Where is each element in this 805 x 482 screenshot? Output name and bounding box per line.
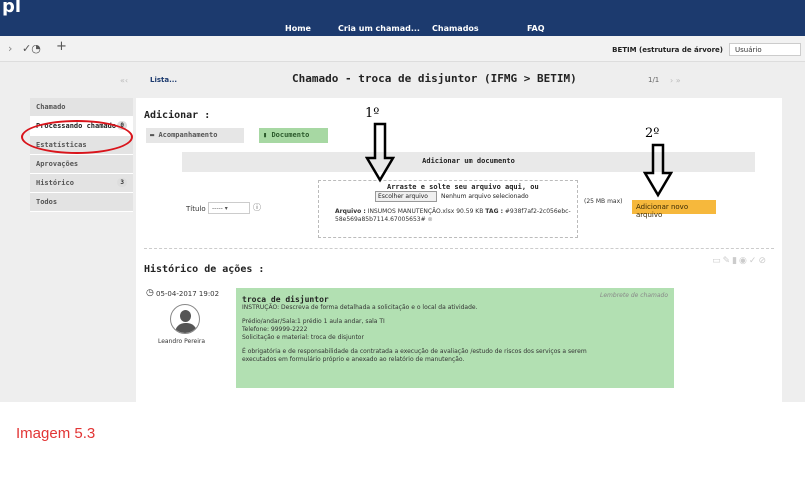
button-label: Acompanhamento bbox=[158, 131, 218, 139]
choose-file-button[interactable]: Escolher arquivo bbox=[375, 191, 437, 202]
entry-line: Prédio/andar/Sala:1 prédio 1 aula andar,… bbox=[242, 318, 385, 325]
tag-label: TAG : bbox=[485, 208, 503, 215]
acompanhamento-button[interactable]: ▬ Acompanhamento bbox=[146, 128, 244, 143]
app-logo[interactable]: pl bbox=[2, 0, 21, 17]
history-filter-icons[interactable]: ▭✎▮◉✓⊘ bbox=[712, 256, 768, 266]
entry-line: INSTRUÇÃO: Descreva de forma detalhada a… bbox=[242, 304, 478, 311]
entry-line: Telefone: 99999-2222 bbox=[242, 326, 308, 333]
info-icon[interactable]: ⓘ bbox=[253, 202, 261, 213]
add-section-title: Adicionar : bbox=[144, 110, 211, 121]
sidebar-item-label: Todos bbox=[36, 198, 58, 206]
entry-line: executados em formulário próprio e anexa… bbox=[242, 356, 465, 363]
check-clock-icon[interactable]: ✓◔ bbox=[22, 42, 41, 55]
arquivo-label: Arquivo : bbox=[335, 208, 366, 215]
sidebar-item-aprovacoes[interactable]: Aprovações bbox=[30, 155, 133, 174]
nav-home[interactable]: Home bbox=[285, 24, 311, 36]
titulo-select[interactable]: ----- ▾ bbox=[208, 202, 250, 214]
ticket-sidebar: Chamado Processando chamado 0 Estatística… bbox=[30, 98, 133, 212]
arrow-down-icon bbox=[643, 143, 673, 198]
ticket-page: «‹ Lista... Chamado - troca de disjuntor… bbox=[0, 62, 805, 402]
plus-icon[interactable]: + bbox=[56, 39, 67, 54]
history-date: 05-04-2017 19:02 bbox=[156, 290, 220, 298]
top-bar: pl Home Cria um chamad... Chamados FAQ bbox=[0, 0, 805, 36]
sidebar-item-label: Aprovações bbox=[36, 160, 79, 168]
file-dropzone[interactable]: Arraste e solte seu arquivo aqui, ou Esc… bbox=[318, 180, 578, 238]
select-value: ----- bbox=[212, 205, 223, 212]
list-link[interactable]: Lista... bbox=[150, 76, 177, 84]
entry-tag: Lembrete de chamado bbox=[600, 292, 668, 299]
sidebar-item-historico[interactable]: Histórico 3 bbox=[30, 174, 133, 193]
entry-line: É obrigatória e de responsabilidade da c… bbox=[242, 348, 587, 355]
clock-icon: ◷ bbox=[146, 288, 154, 298]
chevron-left-icon[interactable]: › bbox=[8, 42, 12, 55]
sidebar-item-todos[interactable]: Todos bbox=[30, 193, 133, 212]
sidebar-item-label: Chamado bbox=[36, 103, 66, 111]
highlight-ellipse bbox=[21, 120, 133, 154]
no-file-text: Nenhum arquivo selecionado bbox=[441, 193, 529, 200]
history-entry: Lembrete de chamado troca de disjuntor I… bbox=[236, 288, 674, 388]
documento-button[interactable]: ▮ Documento bbox=[259, 128, 328, 143]
user-select[interactable]: Usuário bbox=[729, 43, 801, 56]
size-limit: (25 MB max) bbox=[584, 198, 623, 205]
next-arrows-icon[interactable]: › » bbox=[670, 76, 681, 85]
nav-chamados[interactable]: Chamados bbox=[432, 24, 479, 36]
step-2-label: 2º bbox=[645, 126, 660, 141]
step-1-label: 1º bbox=[365, 106, 380, 121]
file-info: Arquivo : INSUMOS MANUTENÇÃO.xlsx 90.59 … bbox=[335, 208, 575, 224]
button-label: Documento bbox=[271, 131, 310, 139]
page-title: Chamado - troca de disjuntor (IFMG > BET… bbox=[292, 72, 577, 85]
sidebar-item-chamado[interactable]: Chamado bbox=[30, 98, 133, 117]
arrow-down-icon bbox=[365, 122, 395, 183]
divider bbox=[144, 248, 774, 249]
sub-toolbar: › ✓◔ + BETIM (estrutura de árvore) Usuár… bbox=[0, 36, 805, 62]
figure-caption: Imagem 5.3 bbox=[16, 425, 96, 442]
history-author: Leandro Pereira bbox=[158, 338, 206, 345]
avatar bbox=[170, 304, 200, 334]
ticket-title-bar: «‹ Lista... Chamado - troca de disjuntor… bbox=[0, 62, 805, 96]
add-file-button[interactable]: Adicionar novo arquivo bbox=[632, 200, 716, 219]
dropzone-text: Arraste e solte seu arquivo aqui, ou bbox=[387, 183, 539, 191]
sidebar-item-label: Histórico bbox=[36, 179, 74, 187]
count-badge: 3 bbox=[117, 178, 127, 187]
main-panel: Adicionar : ▬ Acompanhamento ▮ Documento… bbox=[136, 98, 782, 402]
arquivo-value: INSUMOS MANUTENÇÃO.xlsx 90.59 KB bbox=[367, 208, 484, 215]
nav-cria-chamado[interactable]: Cria um chamad... bbox=[338, 24, 420, 36]
nav-faq[interactable]: FAQ bbox=[527, 24, 545, 36]
entity-selector[interactable]: BETIM (estrutura de árvore) bbox=[612, 46, 723, 54]
pager: 1/1 bbox=[648, 76, 660, 84]
history-title: Histórico de ações : bbox=[144, 264, 265, 275]
prev-arrows-icon[interactable]: «‹ bbox=[120, 76, 128, 85]
remove-file-icon[interactable]: ⊗ bbox=[428, 216, 433, 223]
titulo-label: Título bbox=[186, 205, 206, 213]
entry-line: Solicitação e material: troca de disjunt… bbox=[242, 334, 364, 341]
